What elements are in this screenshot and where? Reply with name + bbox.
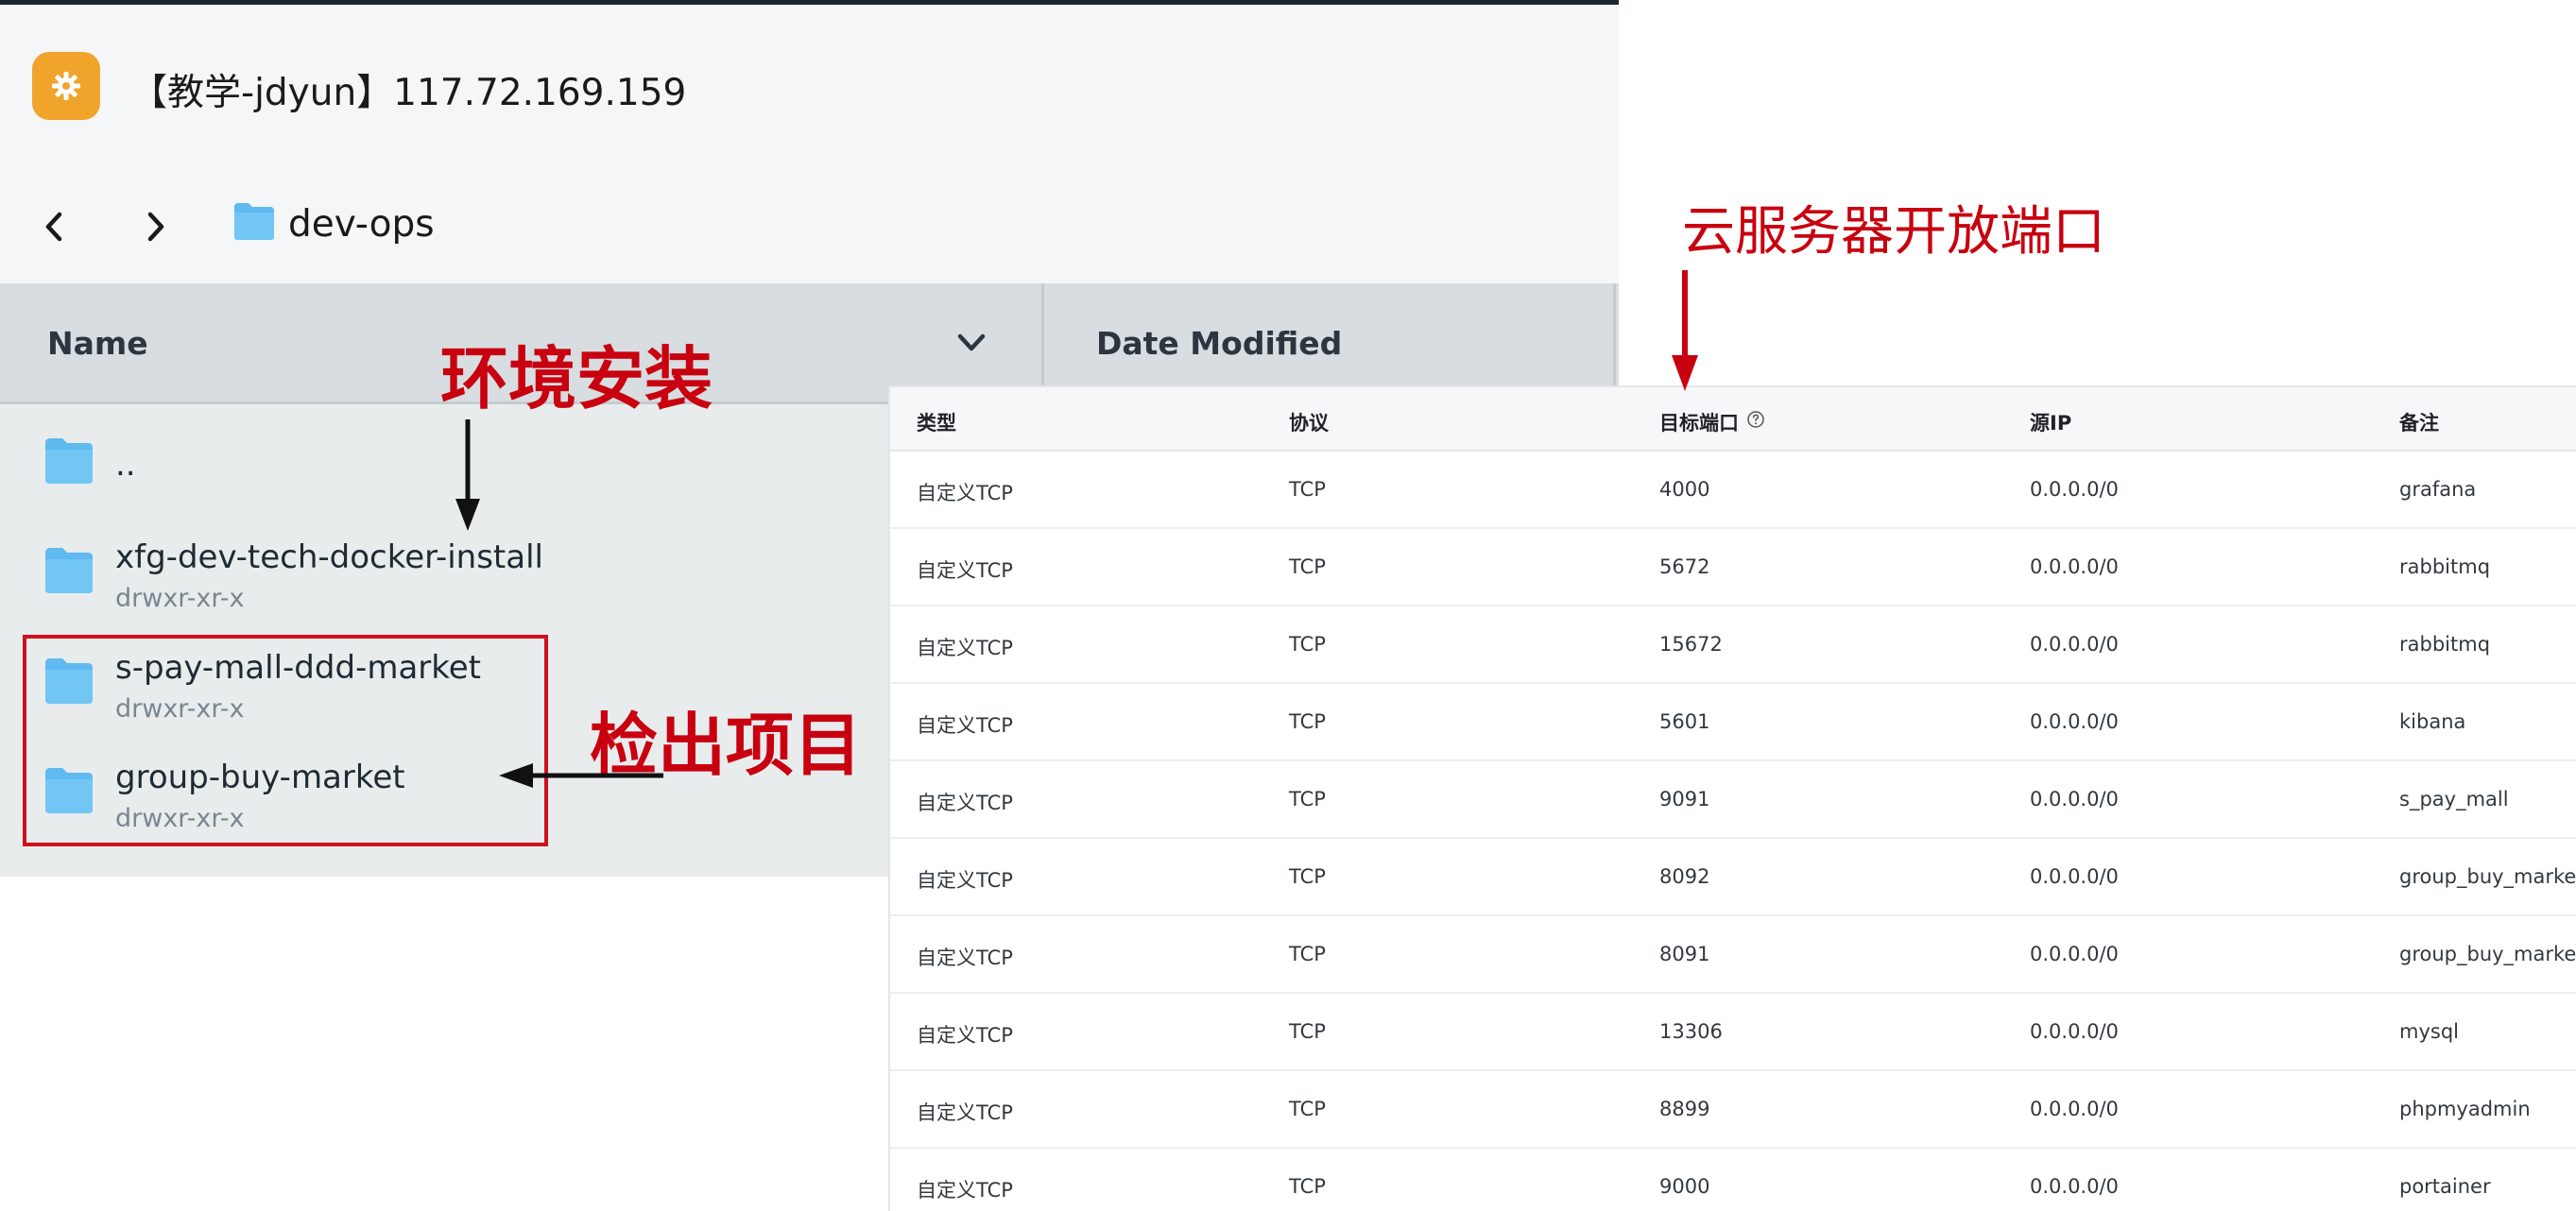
chevron-left-icon	[45, 212, 62, 242]
gear-app-icon[interactable]	[32, 52, 100, 120]
file-permissions: drwxr-xr-x	[115, 584, 245, 613]
column-header-remark: 备注	[2399, 412, 2439, 435]
cell-target-port: 9000	[1659, 1175, 1710, 1198]
table-row[interactable]: 自定义TCP TCP 8091 0.0.0.0/0 group_buy_market	[890, 916, 2576, 994]
cell-type: 自定义TCP	[917, 1101, 1013, 1124]
table-row[interactable]: 自定义TCP TCP 5601 0.0.0.0/0 kibana	[890, 684, 2576, 761]
window-title: 【教学-jdyun】117.72.169.159	[130, 72, 687, 114]
cell-protocol: TCP	[1289, 1020, 1326, 1043]
cell-remark: rabbitmq	[2399, 633, 2491, 656]
question-circle-icon[interactable]	[1746, 410, 1765, 429]
chevron-down-icon[interactable]	[954, 329, 988, 357]
cell-protocol: TCP	[1289, 555, 1326, 578]
file-name: ..	[115, 446, 136, 484]
folder-icon	[234, 203, 274, 240]
cell-source-ip: 0.0.0.0/0	[2030, 633, 2119, 656]
cell-source-ip: 0.0.0.0/0	[2030, 1175, 2119, 1198]
back-button[interactable]	[30, 203, 77, 250]
column-header-type: 类型	[917, 412, 956, 435]
table-row[interactable]: 自定义TCP TCP 8899 0.0.0.0/0 phpmyadmin	[890, 1071, 2576, 1149]
column-header-protocol: 协议	[1289, 412, 1329, 435]
table-header: 类型 协议 目标端口 源IP 备注	[890, 387, 2576, 452]
cell-type: 自定义TCP	[917, 559, 1013, 582]
cell-remark: group_buy_market	[2399, 865, 2576, 888]
folder-icon	[45, 548, 93, 593]
cell-type: 自定义TCP	[917, 482, 1013, 504]
table-row[interactable]: 自定义TCP TCP 13306 0.0.0.0/0 mysql	[890, 994, 2576, 1071]
forward-button[interactable]	[132, 203, 180, 250]
cell-remark: rabbitmq	[2399, 555, 2491, 578]
table-row[interactable]: 自定义TCP TCP 8092 0.0.0.0/0 group_buy_market	[890, 839, 2576, 916]
cell-target-port: 5601	[1659, 710, 1710, 733]
column-header-date-modified[interactable]: Date Modified	[1096, 325, 1342, 362]
cell-target-port: 5672	[1659, 555, 1710, 578]
cell-source-ip: 0.0.0.0/0	[2030, 865, 2119, 888]
annotation-cloud-ports: 云服务器开放端口	[1682, 201, 2105, 263]
cell-source-ip: 0.0.0.0/0	[2030, 1020, 2119, 1043]
cell-remark: grafana	[2399, 478, 2477, 501]
highlight-box	[23, 635, 548, 846]
column-header-name[interactable]: Name	[47, 325, 148, 362]
cell-protocol: TCP	[1289, 478, 1326, 501]
cell-source-ip: 0.0.0.0/0	[2030, 1098, 2119, 1120]
cell-target-port: 8091	[1659, 943, 1710, 965]
gear-icon	[52, 72, 80, 100]
column-header-source-ip: 源IP	[2030, 412, 2072, 435]
table-row[interactable]: 自定义TCP TCP 15672 0.0.0.0/0 rabbitmq	[890, 606, 2576, 684]
security-group-port-table: 类型 协议 目标端口 源IP 备注 自定义TCP TCP 4000 0.0.0.0/0…	[888, 385, 2576, 1211]
cell-source-ip: 0.0.0.0/0	[2030, 943, 2119, 965]
arrow-down-annotation	[1672, 270, 1698, 391]
cell-remark: s_pay_mall	[2399, 788, 2509, 810]
column-header-target-port: 目标端口	[1659, 412, 1739, 435]
cell-protocol: TCP	[1289, 633, 1326, 656]
cell-type: 自定义TCP	[917, 714, 1013, 737]
cell-remark: portainer	[2399, 1175, 2491, 1198]
cell-source-ip: 0.0.0.0/0	[2030, 478, 2119, 501]
breadcrumb-current-folder[interactable]: dev-ops	[288, 203, 435, 246]
chevron-right-icon	[147, 212, 164, 242]
cell-remark: kibana	[2399, 710, 2466, 733]
cell-source-ip: 0.0.0.0/0	[2030, 555, 2119, 578]
cell-protocol: TCP	[1289, 710, 1326, 733]
cell-target-port: 8899	[1659, 1098, 1710, 1120]
arrow-left-annotation	[499, 763, 663, 788]
cell-protocol: TCP	[1289, 943, 1326, 965]
arrow-down-annotation	[455, 419, 480, 531]
cell-target-port: 15672	[1659, 633, 1723, 656]
cell-type: 自定义TCP	[917, 947, 1013, 969]
cell-type: 自定义TCP	[917, 792, 1013, 814]
table-row[interactable]: 自定义TCP TCP 9000 0.0.0.0/0 portainer	[890, 1149, 2576, 1211]
cell-remark: phpmyadmin	[2399, 1098, 2531, 1120]
cell-type: 自定义TCP	[917, 869, 1013, 892]
cell-remark: mysql	[2399, 1020, 2459, 1043]
cell-target-port: 8092	[1659, 865, 1710, 888]
cell-type: 自定义TCP	[917, 1024, 1013, 1047]
file-name: xfg-dev-tech-docker-install	[115, 538, 543, 576]
cell-protocol: TCP	[1289, 1098, 1326, 1120]
cell-protocol: TCP	[1289, 865, 1326, 888]
cell-target-port: 9091	[1659, 788, 1710, 810]
folder-icon	[45, 438, 93, 484]
cell-target-port: 13306	[1659, 1020, 1723, 1043]
cell-type: 自定义TCP	[917, 637, 1013, 659]
cell-source-ip: 0.0.0.0/0	[2030, 710, 2119, 733]
cell-remark: group_buy_market	[2399, 943, 2576, 965]
title-bar: 【教学-jdyun】117.72.169.159	[0, 5, 1619, 165]
navigation-bar: dev-ops	[0, 170, 1619, 283]
table-row[interactable]: 自定义TCP TCP 4000 0.0.0.0/0 grafana	[890, 452, 2576, 529]
table-row[interactable]: 自定义TCP TCP 9091 0.0.0.0/0 s_pay_mall	[890, 761, 2576, 839]
cell-protocol: TCP	[1289, 1175, 1326, 1198]
annotation-env-install: 环境安装	[440, 339, 713, 418]
table-row[interactable]: 自定义TCP TCP 5672 0.0.0.0/0 rabbitmq	[890, 529, 2576, 606]
cell-source-ip: 0.0.0.0/0	[2030, 788, 2119, 810]
cell-protocol: TCP	[1289, 788, 1326, 810]
cell-type: 自定义TCP	[917, 1179, 1013, 1202]
cell-target-port: 4000	[1659, 478, 1710, 501]
